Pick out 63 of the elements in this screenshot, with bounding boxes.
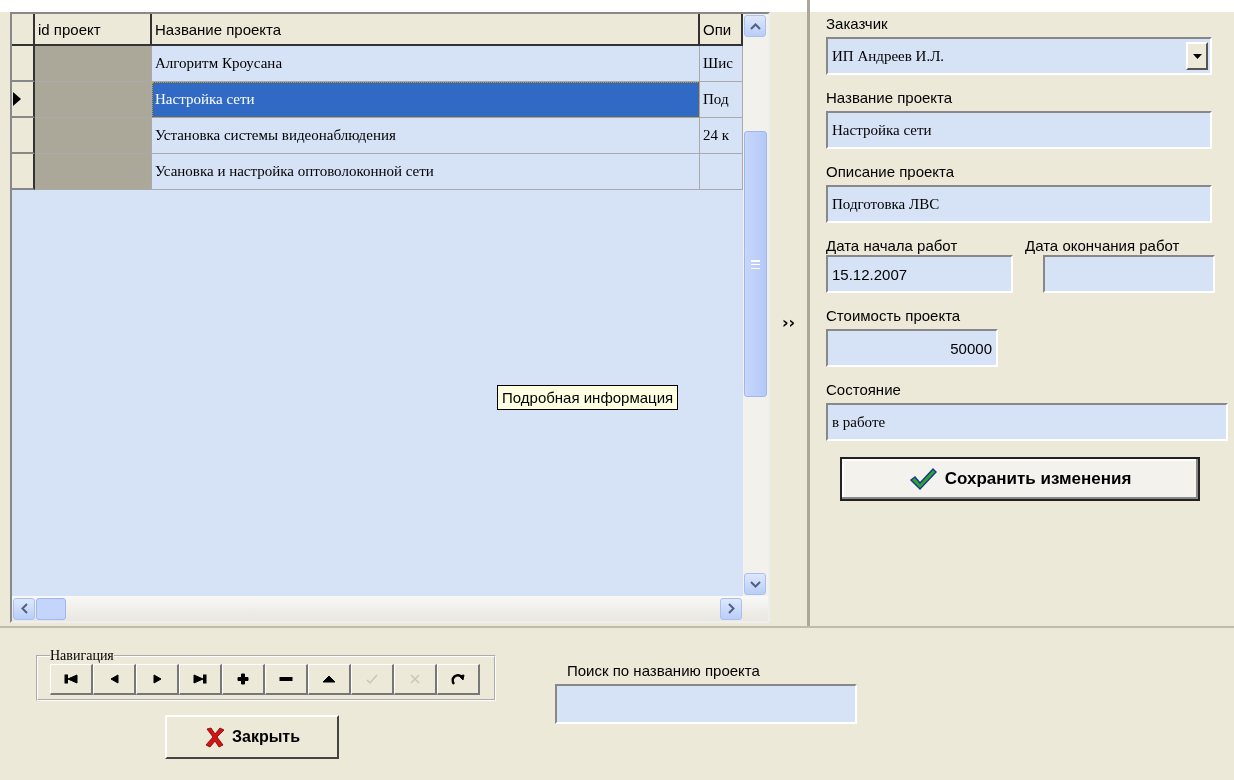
column-header[interactable]: Опи xyxy=(700,14,743,46)
expand-button[interactable]: ›› xyxy=(778,312,796,332)
chevron-left-icon xyxy=(20,603,28,614)
scroll-thumb[interactable] xyxy=(744,131,767,397)
scroll-left-button[interactable] xyxy=(13,597,35,620)
input-field[interactable]: Подготовка ЛВС xyxy=(826,185,1212,223)
date-field[interactable]: 15.12.2007 xyxy=(826,255,1013,293)
scroll-up-button[interactable] xyxy=(744,15,766,37)
group-title: Навигация xyxy=(50,648,114,664)
save-button[interactable]: Сохранить изменения xyxy=(840,457,1200,501)
chevron-down-icon xyxy=(749,580,761,588)
first-record-icon xyxy=(63,672,79,686)
cross-icon xyxy=(203,726,226,748)
field-label: Состояние xyxy=(826,381,901,399)
scroll-down-button[interactable] xyxy=(744,573,766,595)
prior-button[interactable] xyxy=(93,664,136,695)
horizontal-scrollbar[interactable] xyxy=(12,596,768,621)
column-header[interactable]: id проект xyxy=(35,14,152,46)
checkmark-icon xyxy=(364,672,380,686)
current-row-icon xyxy=(13,92,21,106)
table-cell: Установка системы видеонаблюдения xyxy=(152,118,700,154)
insert-button[interactable] xyxy=(222,664,265,695)
search-label: Поиск по названию проекта xyxy=(567,662,760,680)
search-field[interactable] xyxy=(555,684,857,724)
field-label: Заказчик xyxy=(826,15,888,33)
scroll-thumb[interactable] xyxy=(36,597,66,620)
row-indicator[interactable] xyxy=(12,82,35,118)
chevron-up-icon xyxy=(749,22,761,30)
customer-dropdown[interactable]: ИП Андреев И.Л. xyxy=(826,37,1212,75)
input-field[interactable]: в работе xyxy=(826,403,1228,441)
date-field[interactable] xyxy=(1043,255,1215,293)
next-button[interactable] xyxy=(136,664,179,695)
delete-button[interactable] xyxy=(265,664,308,695)
row-indicator[interactable] xyxy=(12,154,35,190)
close-button[interactable]: Закрыть xyxy=(165,715,339,759)
chevron-right-icon xyxy=(727,603,735,614)
row-indicator[interactable] xyxy=(12,46,35,82)
field-label: Дата начала работ xyxy=(826,237,958,254)
plus-icon xyxy=(235,672,251,686)
dropdown-button[interactable] xyxy=(1186,42,1208,70)
input-field[interactable]: Настройка сети xyxy=(826,111,1212,149)
row-indicator[interactable] xyxy=(12,118,35,154)
header-cell xyxy=(12,14,35,46)
table-cell: Усановка и настройка оптоволоконной сети xyxy=(152,154,700,190)
refresh-button[interactable] xyxy=(437,664,480,695)
cross-icon xyxy=(407,672,423,686)
vertical-scrollbar[interactable] xyxy=(743,14,768,596)
refresh-icon xyxy=(450,672,466,686)
table-cell: Настройка сети xyxy=(152,82,700,118)
last-button[interactable] xyxy=(179,664,222,695)
column-header[interactable]: Название проекта xyxy=(152,14,700,46)
first-button[interactable] xyxy=(50,664,93,695)
field-label: Название проекта xyxy=(826,89,953,107)
field-label: Описание проекта xyxy=(826,163,955,181)
field-label: Дата окончания работ xyxy=(1025,237,1180,254)
input-field[interactable]: 50000 xyxy=(826,329,998,367)
scroll-right-button[interactable] xyxy=(720,597,742,620)
last-record-icon xyxy=(192,672,208,686)
field-label: Стоимость проекта xyxy=(826,307,961,325)
edit-button[interactable] xyxy=(308,664,351,695)
caret-down-icon xyxy=(1192,53,1202,59)
tooltip: Подробная информация xyxy=(497,385,679,410)
checkmark-icon xyxy=(908,467,937,491)
